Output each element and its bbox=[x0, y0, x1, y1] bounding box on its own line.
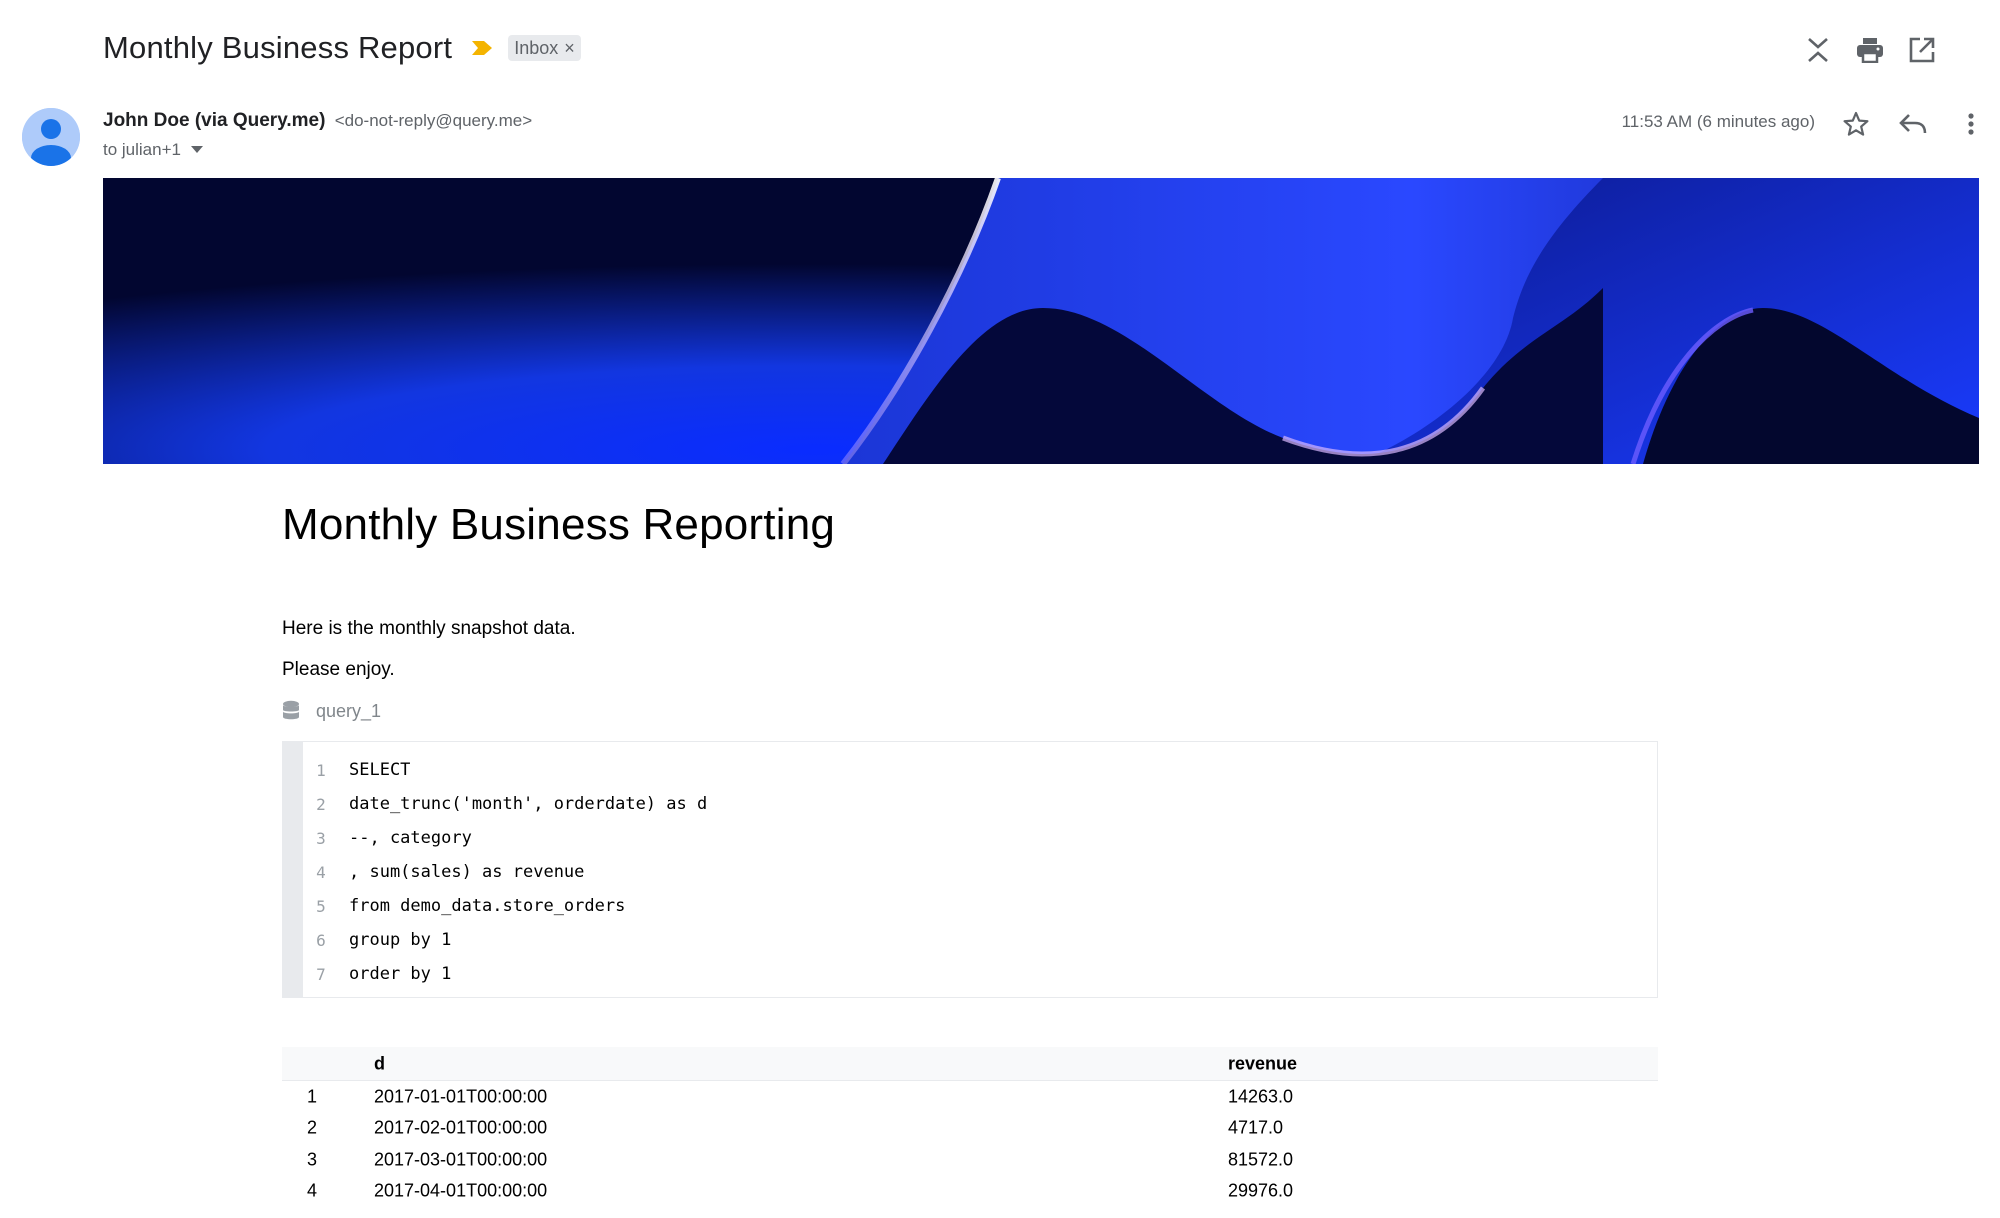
email-body: Monthly Business Reporting Here is the m… bbox=[282, 500, 1658, 1201]
table-row: 2 2017-02-01T00:00:00 4717.0 bbox=[282, 1113, 1658, 1145]
cell-revenue: 81572.0 bbox=[1228, 1149, 1294, 1170]
email-timestamp: 11:53 AM (6 minutes ago) bbox=[1621, 112, 1815, 131]
cell-revenue: 29976.0 bbox=[1228, 1180, 1294, 1201]
code-line: 4, sum(sales) as revenue bbox=[316, 862, 585, 882]
column-header-revenue: revenue bbox=[1228, 1053, 1298, 1073]
code-line: 6 group by 1 bbox=[316, 930, 452, 950]
remove-label-icon[interactable]: × bbox=[564, 38, 575, 59]
code-line: 2 date_trunc('month', orderdate) as d bbox=[316, 794, 708, 814]
column-header-d: d bbox=[374, 1053, 385, 1073]
row-index: 1 bbox=[306, 1086, 317, 1107]
cell-revenue: 14263.0 bbox=[1228, 1086, 1294, 1107]
cell-d: 2017-04-01T00:00:00 bbox=[374, 1180, 548, 1201]
inbox-label-chip: Inbox × bbox=[508, 35, 581, 61]
table-row: 4 2017-04-01T00:00:00 29976.0 bbox=[282, 1176, 1658, 1208]
table-header: d revenue bbox=[282, 1047, 1658, 1081]
sender-name[interactable]: John Doe (via Query.me) bbox=[103, 110, 325, 131]
code-line: 3 --, category bbox=[316, 828, 472, 848]
intro-text: Here is the monthly snapshot data. bbox=[282, 618, 576, 639]
thread-toolbar bbox=[1780, 30, 2000, 70]
star-icon[interactable] bbox=[1836, 104, 1876, 144]
query-label: query_1 bbox=[282, 700, 381, 722]
query-name: query_1 bbox=[316, 700, 382, 721]
cell-d: 2017-02-01T00:00:00 bbox=[374, 1117, 548, 1138]
collapse-all-icon[interactable] bbox=[1798, 30, 1838, 70]
sql-code-block: 1 SELECT 2 date_trunc('month', orderdate) … bbox=[282, 741, 1658, 998]
email-subject: Monthly Business Report bbox=[103, 30, 453, 65]
cell-d: 2017-03-01T00:00:00 bbox=[374, 1149, 548, 1170]
recipients-toggle[interactable]: to julian+1 bbox=[103, 140, 203, 160]
more-vert-icon[interactable] bbox=[1951, 104, 1991, 144]
inbox-label-text: Inbox bbox=[514, 37, 559, 58]
results-table: d revenue 1 2017-01-01T00:00:00 14263.0 … bbox=[282, 1047, 1658, 1207]
row-index: 2 bbox=[306, 1117, 317, 1138]
code-gutter bbox=[283, 742, 303, 997]
code-line: 1 SELECT bbox=[316, 760, 411, 780]
row-index: 4 bbox=[306, 1180, 317, 1201]
sender-line: John Doe (via Query.me) <do-not-reply@qu… bbox=[103, 110, 532, 132]
subject-row: Monthly Business Report Inbox × bbox=[103, 28, 581, 68]
importance-marker-icon[interactable] bbox=[470, 39, 494, 57]
code-line: 5 from demo_data.store_orders bbox=[316, 896, 626, 916]
table-row: 1 2017-01-01T00:00:00 14263.0 bbox=[282, 1081, 1658, 1113]
database-icon bbox=[283, 700, 299, 720]
print-icon[interactable] bbox=[1850, 30, 1890, 70]
email-banner-image bbox=[103, 178, 1979, 464]
closing-text: Please enjoy. bbox=[282, 659, 395, 680]
cell-revenue: 4717.0 bbox=[1228, 1117, 1284, 1138]
cell-d: 2017-01-01T00:00:00 bbox=[374, 1086, 548, 1107]
open-in-new-window-icon[interactable] bbox=[1902, 30, 1942, 70]
chevron-down-icon bbox=[190, 146, 203, 153]
table-row: 3 2017-03-01T00:00:00 81572.0 bbox=[282, 1144, 1658, 1176]
sender-avatar[interactable] bbox=[22, 108, 80, 166]
row-index: 3 bbox=[306, 1149, 317, 1170]
recipients-text: to julian+1 bbox=[103, 140, 181, 159]
sender-email: <do-not-reply@query.me> bbox=[334, 111, 533, 130]
report-heading: Monthly Business Reporting bbox=[282, 500, 836, 549]
default-avatar-icon bbox=[22, 108, 80, 166]
reply-icon[interactable] bbox=[1893, 104, 1933, 144]
code-line: 7 order by 1 bbox=[316, 964, 452, 984]
